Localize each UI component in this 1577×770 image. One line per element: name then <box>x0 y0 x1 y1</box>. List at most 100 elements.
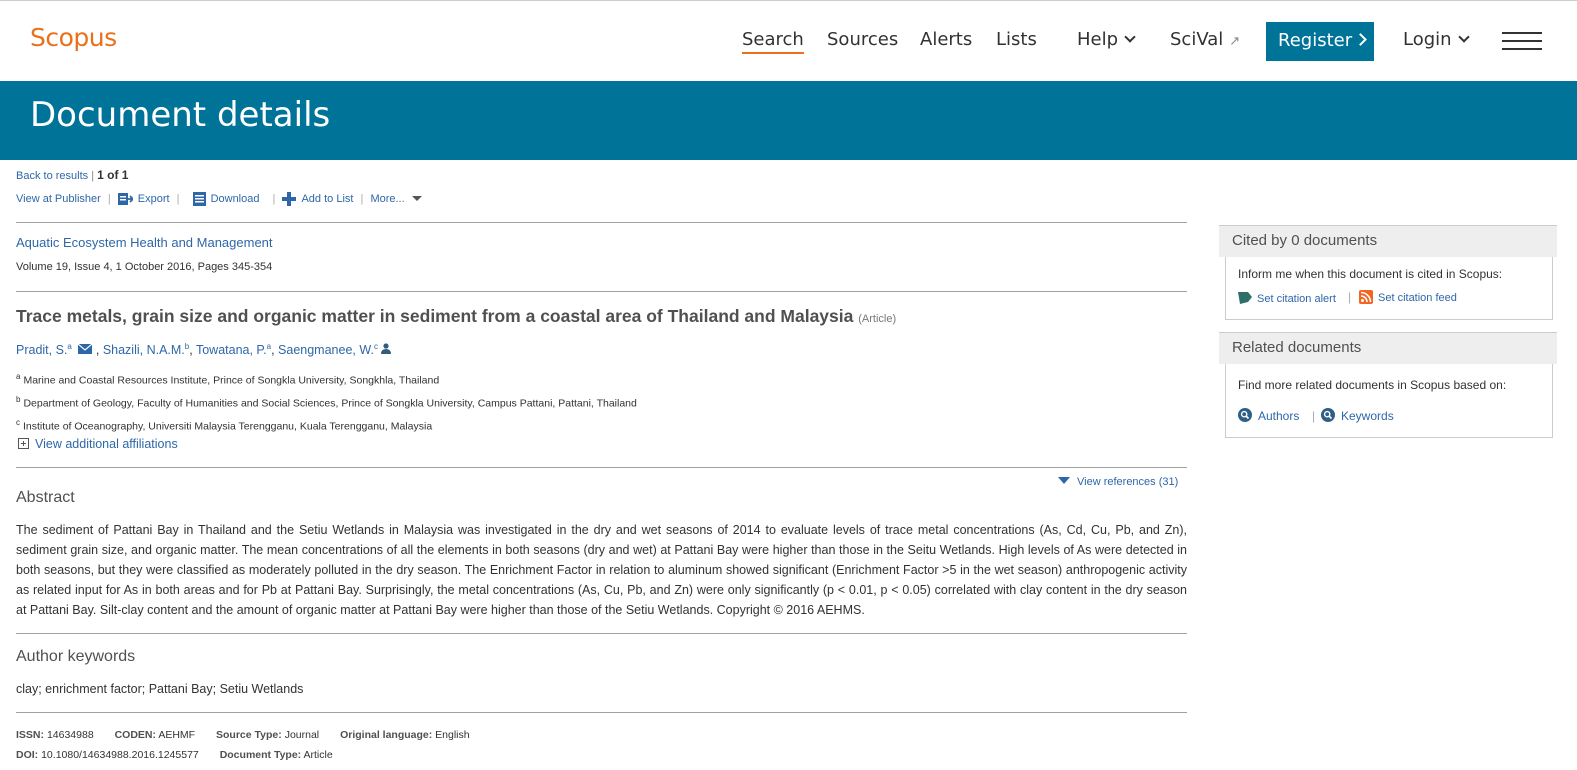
divider <box>16 222 1187 223</box>
hamburger-menu-icon[interactable] <box>1502 32 1542 56</box>
add-to-list-label: Add to List <box>301 192 354 205</box>
divider <box>16 467 1187 468</box>
set-citation-feed-link[interactable]: Set citation feed <box>1359 290 1457 304</box>
search-icon <box>1321 408 1335 422</box>
author-link[interactable]: Saengmanee, W.c <box>278 342 378 357</box>
author-link[interactable]: Pradit, S.a <box>16 342 72 358</box>
abstract-text: The sediment of Pattani Bay in Thailand … <box>16 523 1187 617</box>
source-type-value: Journal <box>284 729 320 741</box>
source-type-label: Source Type: <box>216 729 282 741</box>
metadata-row: DOI: 10.1080/14634988.2016.1245577 Docum… <box>16 749 333 761</box>
page-banner: Document details <box>0 81 1577 160</box>
divider <box>16 291 1187 292</box>
set-citation-alert-link[interactable]: Set citation alert <box>1238 290 1336 305</box>
external-link-icon: ↗ <box>1229 34 1241 49</box>
divider <box>16 633 1187 634</box>
export-label: Export <box>137 192 170 205</box>
expand-icon <box>18 438 29 449</box>
view-references-label: View references (31) <box>1077 476 1179 488</box>
divider <box>16 712 1187 713</box>
top-navigation-bar: Scopus Search Sources Alerts Lists Help … <box>0 0 1577 81</box>
cited-by-panel: Cited by 0 documents Inform me when this… <box>1219 225 1557 320</box>
result-counter: 1 of 1 <box>97 168 129 182</box>
add-to-list-button[interactable]: Add to List <box>282 192 356 206</box>
search-icon <box>1238 408 1252 422</box>
back-to-results-link[interactable]: Back to results <box>16 170 88 182</box>
affiliation-text: Marine and Coastal Resources Institute, … <box>23 374 440 387</box>
scopus-logo[interactable]: Scopus <box>30 23 117 52</box>
export-button[interactable]: Export <box>117 192 173 205</box>
view-affiliations-label: View additional affiliations <box>35 437 178 451</box>
chevron-down-icon <box>1124 31 1136 43</box>
download-label: Download <box>210 192 260 205</box>
author-name: Towatana, P. <box>195 343 267 358</box>
metadata-row: ISSN: 14634988 CODEN: AEHMF Source Type:… <box>16 729 470 741</box>
nav-search[interactable]: Search <box>742 29 804 54</box>
email-icon[interactable] <box>77 343 93 355</box>
rss-icon <box>1359 290 1373 304</box>
doi-value: 10.1080/14634988.2016.1245577 <box>41 749 199 761</box>
person-icon <box>381 343 392 355</box>
nav-alerts[interactable]: Alerts <box>920 29 972 50</box>
author-link[interactable]: Shazili, N.A.M.b <box>103 342 189 357</box>
document-type: (Article) <box>858 313 897 325</box>
affiliation-text: Institute of Oceanography, Universiti Ma… <box>23 420 433 433</box>
nav-scival[interactable]: SciVal ↗ <box>1170 29 1240 50</box>
more-label: More... <box>370 192 405 205</box>
related-documents-heading: Related documents <box>1219 332 1557 364</box>
affiliation: a Marine and Coastal Resources Institute,… <box>16 372 439 387</box>
volume-info: Volume 19, Issue 4, 1 October 2016, Page… <box>16 261 273 273</box>
doi-label: DOI: <box>16 749 39 761</box>
nav-login[interactable]: Login <box>1403 29 1470 50</box>
affiliation-sup: a <box>16 372 21 381</box>
more-menu-button[interactable]: More... <box>370 192 422 205</box>
author-keywords-heading: Author keywords <box>16 648 136 665</box>
nav-help-label: Help <box>1077 29 1119 50</box>
set-citation-alert-label: Set citation alert <box>1257 293 1336 305</box>
nav-help[interactable]: Help <box>1077 29 1136 50</box>
related-by-keywords-link[interactable]: Keywords <box>1321 408 1394 423</box>
author-name: Pradit, S. <box>16 343 68 358</box>
chevron-right-icon <box>1354 33 1367 46</box>
nav-lists[interactable]: Lists <box>996 29 1037 50</box>
view-references-link[interactable]: View references (31) <box>1058 476 1178 488</box>
download-icon <box>192 192 206 206</box>
language-value: English <box>435 729 470 741</box>
author-link[interactable]: Towatana, P.a <box>195 342 271 358</box>
author-list: Pradit, S.a , Shazili, N.A.M.b, Towatana… <box>16 342 392 358</box>
export-icon <box>117 193 133 205</box>
document-title-text: Trace metals, grain size and organic mat… <box>16 306 854 326</box>
coden-value: AEHMF <box>158 729 196 741</box>
view-additional-affiliations[interactable]: View additional affiliations <box>18 437 178 451</box>
affiliation-sup: b <box>16 395 21 404</box>
view-at-publisher-link[interactable]: View at Publisher <box>16 193 101 205</box>
plus-icon <box>282 192 297 206</box>
affiliation-sup: c <box>16 418 20 427</box>
doctype-label: Document Type: <box>219 749 302 761</box>
abstract-heading: Abstract <box>16 489 75 506</box>
issn-label: ISSN: <box>16 729 45 741</box>
register-button[interactable]: Register <box>1266 22 1374 61</box>
nav-scival-label: SciVal <box>1170 29 1224 50</box>
nav-sources[interactable]: Sources <box>827 29 898 50</box>
set-citation-feed-label: Set citation feed <box>1378 292 1457 304</box>
related-by-authors-link[interactable]: Authors <box>1238 408 1299 423</box>
doctype-value: Article <box>303 749 333 761</box>
bell-tag-icon <box>1238 292 1252 304</box>
related-authors-label: Authors <box>1258 409 1300 423</box>
document-title: Trace metals, grain size and organic mat… <box>16 306 896 327</box>
cited-by-text: Inform me when this document is cited in… <box>1238 267 1503 281</box>
triangle-down-icon <box>1058 477 1070 484</box>
author-keywords: clay; enrichment factor; Pattani Bay; Se… <box>16 682 304 696</box>
related-documents-panel: Related documents Find more related docu… <box>1219 332 1557 438</box>
abstract-body: The sediment of Pattani Bay in Thailand … <box>16 520 1187 620</box>
nav-login-label: Login <box>1403 29 1452 50</box>
author-sup: c <box>373 342 378 351</box>
related-documents-body: Find more related documents in Scopus ba… <box>1225 364 1553 438</box>
issn-value: 14634988 <box>46 729 94 741</box>
related-documents-text: Find more related documents in Scopus ba… <box>1238 378 1507 392</box>
author-sup: a <box>67 342 72 351</box>
affiliation-text: Department of Geology, Faculty of Humani… <box>23 397 637 410</box>
journal-link[interactable]: Aquatic Ecosystem Health and Management <box>16 235 273 250</box>
download-button[interactable]: Download <box>192 192 263 206</box>
